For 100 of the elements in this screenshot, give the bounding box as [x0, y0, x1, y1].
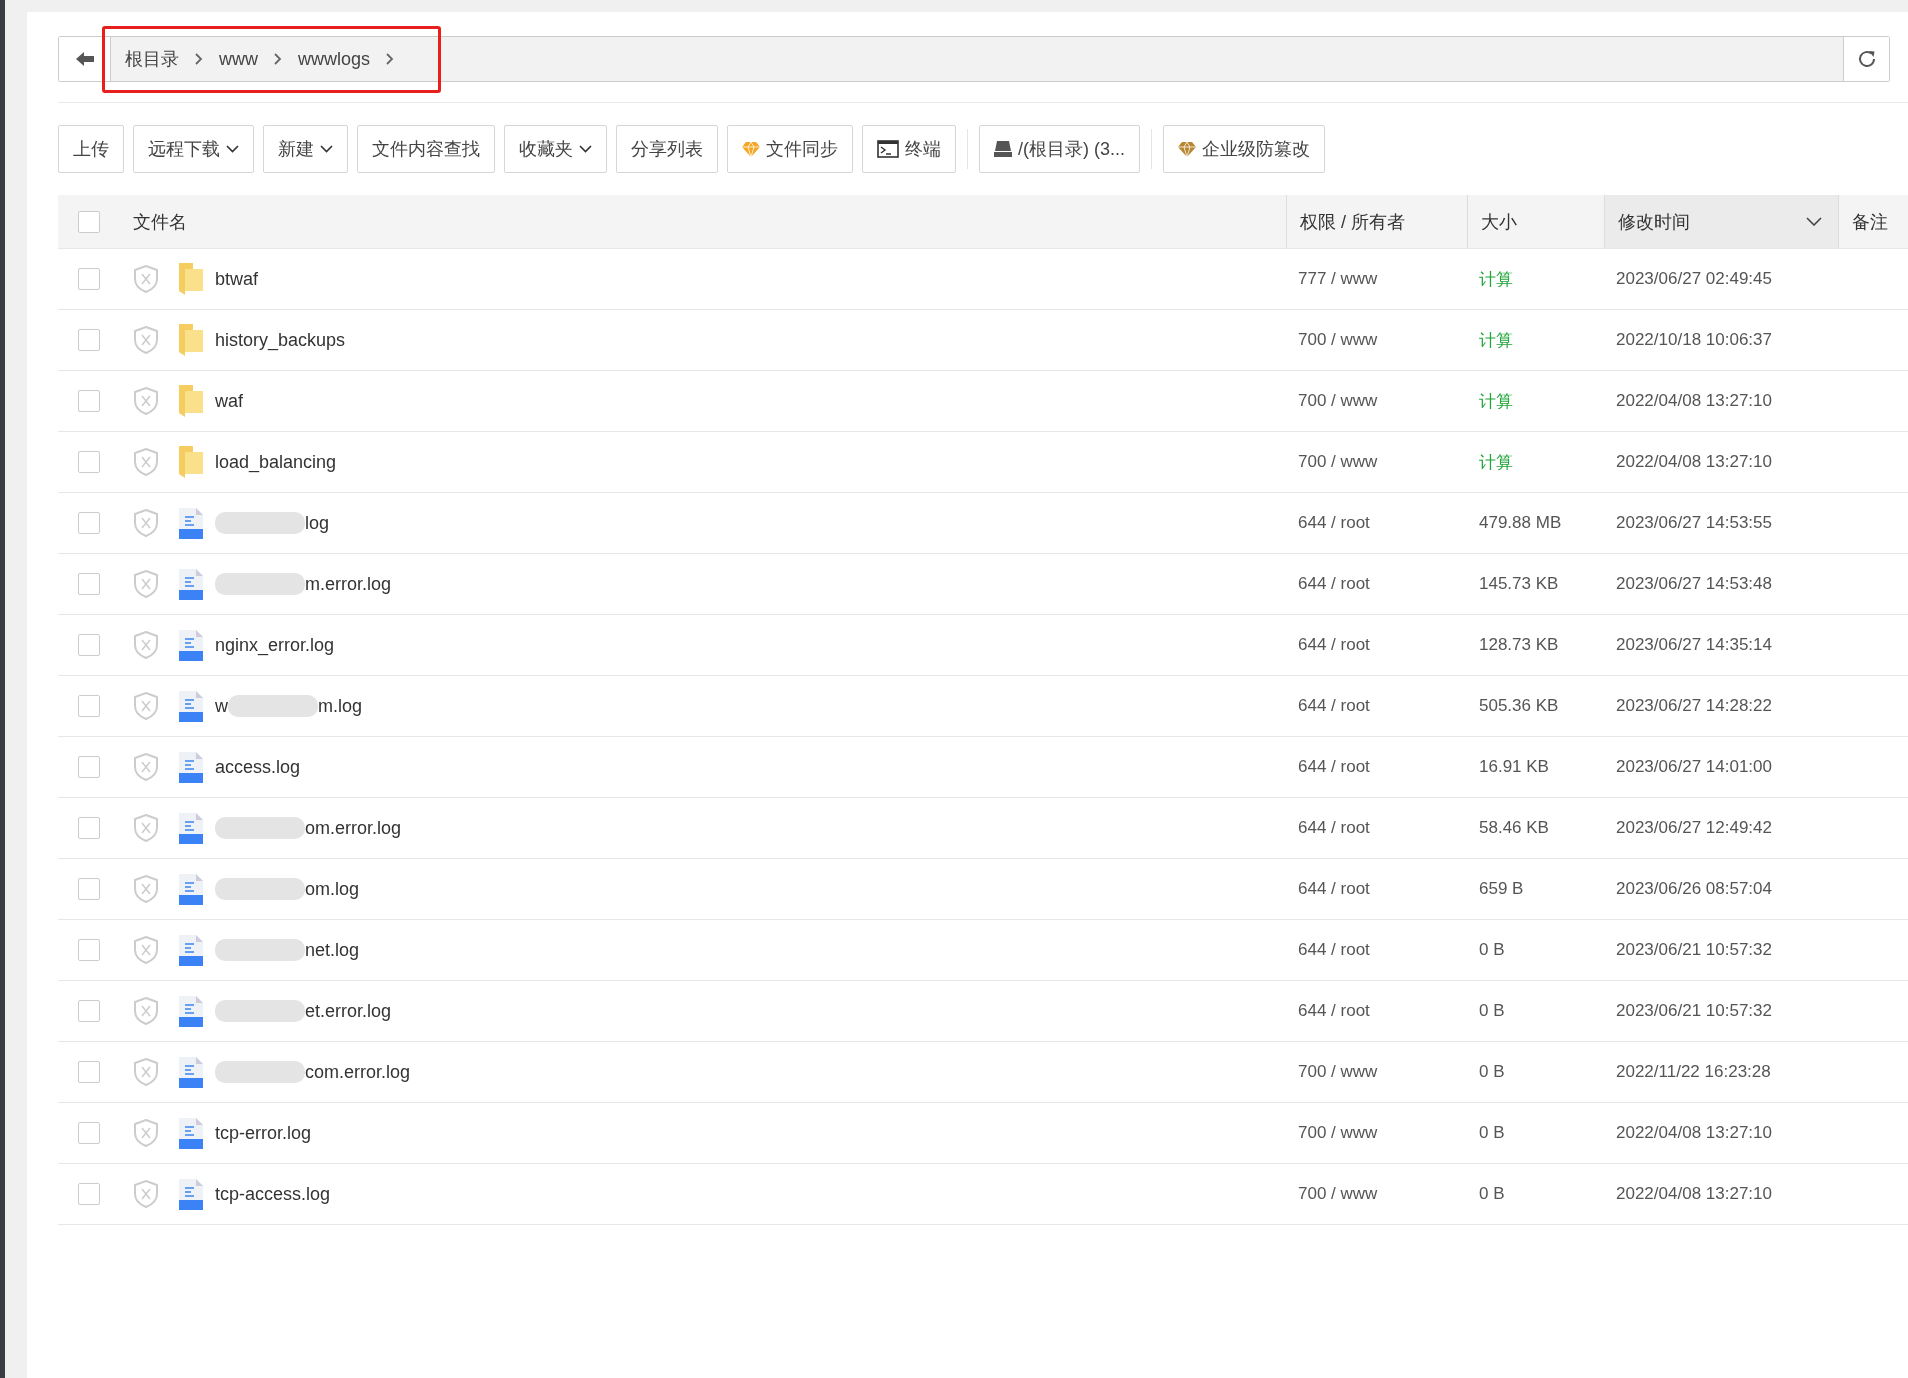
- file-name[interactable]: com.error.log: [305, 1061, 411, 1083]
- row-checkbox[interactable]: [78, 1183, 100, 1205]
- modified-time: 2023/06/27 12:49:42: [1616, 818, 1772, 837]
- toolbar-button[interactable]: 文件同步: [727, 125, 853, 173]
- file-name[interactable]: om.log: [305, 878, 360, 900]
- file-name[interactable]: m.log: [318, 695, 362, 717]
- row-checkbox[interactable]: [78, 1122, 100, 1144]
- toolbar-button[interactable]: 收藏夹: [504, 125, 607, 173]
- file-name[interactable]: w: [215, 695, 228, 717]
- file-name[interactable]: log: [305, 512, 330, 534]
- shield-icon[interactable]: [134, 631, 158, 659]
- file-name[interactable]: waf: [215, 390, 243, 412]
- permissions-text: 700 / www: [1298, 391, 1378, 410]
- caret-icon: [320, 145, 333, 153]
- back-button[interactable]: [59, 37, 111, 81]
- shield-icon[interactable]: [134, 1119, 158, 1147]
- column-header[interactable]: 备注: [1838, 195, 1908, 248]
- log-file-icon: [178, 934, 203, 966]
- permissions-text: 644 / root: [1298, 757, 1370, 776]
- chevron-right-icon: [274, 53, 282, 65]
- toolbar-button[interactable]: 新建: [263, 125, 348, 173]
- shield-icon[interactable]: [134, 326, 158, 354]
- file-name[interactable]: tcp-access.log: [215, 1183, 331, 1205]
- row-checkbox[interactable]: [78, 512, 100, 534]
- modified-time: 2023/06/27 14:53:48: [1616, 574, 1772, 593]
- row-checkbox[interactable]: [78, 939, 100, 961]
- file-size: 0 B: [1479, 1123, 1505, 1142]
- shield-icon[interactable]: [134, 997, 158, 1025]
- file-size: 128.73 KB: [1479, 635, 1559, 654]
- file-name[interactable]: access.log: [215, 756, 301, 778]
- column-header[interactable]: 文件名: [120, 195, 1286, 248]
- folder-icon: [178, 324, 203, 356]
- log-file-icon: [178, 690, 203, 722]
- shield-icon[interactable]: [134, 448, 158, 476]
- permissions-text: 700 / www: [1298, 1184, 1378, 1203]
- file-name[interactable]: et.error.log: [305, 1000, 392, 1022]
- shield-icon[interactable]: [134, 387, 158, 415]
- file-name[interactable]: history_backups: [215, 329, 346, 351]
- gem-icon: [1178, 141, 1196, 157]
- log-file-icon: [178, 1056, 203, 1088]
- shield-icon[interactable]: [134, 265, 158, 293]
- toolbar-button[interactable]: 终端: [862, 125, 956, 173]
- modified-time: 2022/11/22 16:23:28: [1616, 1062, 1771, 1081]
- chevron-right-icon: [386, 53, 395, 65]
- shield-icon[interactable]: [134, 1058, 158, 1086]
- toolbar-button[interactable]: 文件内容查找: [357, 125, 495, 173]
- folder-icon: [178, 385, 203, 417]
- log-file-icon: [178, 812, 203, 844]
- file-name[interactable]: tcp-error.log: [215, 1122, 312, 1144]
- toolbar-button[interactable]: 分享列表: [616, 125, 718, 173]
- row-checkbox[interactable]: [78, 390, 100, 412]
- modified-time: 2022/04/08 13:27:10: [1616, 1123, 1772, 1142]
- shield-icon[interactable]: [134, 814, 158, 842]
- permissions-text: 644 / root: [1298, 574, 1370, 593]
- log-file-icon: [178, 1178, 203, 1210]
- row-checkbox[interactable]: [78, 573, 100, 595]
- row-checkbox[interactable]: [78, 756, 100, 778]
- caret-icon: [226, 145, 239, 153]
- toolbar-button[interactable]: 远程下载: [133, 125, 254, 173]
- modified-time: 2022/04/08 13:27:10: [1616, 391, 1772, 410]
- row-checkbox[interactable]: [78, 878, 100, 900]
- shield-icon[interactable]: [134, 875, 158, 903]
- file-name[interactable]: net.log: [305, 939, 360, 961]
- breadcrumb-link[interactable]: wwwlogs: [298, 48, 371, 70]
- modified-time: 2023/06/27 14:28:22: [1616, 696, 1772, 715]
- log-file-icon: [178, 507, 203, 539]
- toolbar-button[interactable]: /(根目录) (3...: [979, 125, 1140, 173]
- shield-icon[interactable]: [134, 692, 158, 720]
- back-arrow-icon: [75, 52, 94, 66]
- shield-icon[interactable]: [134, 936, 158, 964]
- log-file-icon: [178, 995, 203, 1027]
- row-checkbox[interactable]: [78, 268, 100, 290]
- row-checkbox[interactable]: [78, 817, 100, 839]
- row-checkbox[interactable]: [78, 634, 100, 656]
- file-name[interactable]: load_balancing: [215, 451, 337, 473]
- shield-icon[interactable]: [134, 509, 158, 537]
- row-checkbox[interactable]: [78, 1000, 100, 1022]
- file-name[interactable]: btwaf: [215, 268, 259, 290]
- refresh-button[interactable]: [1843, 37, 1889, 81]
- row-checkbox[interactable]: [78, 451, 100, 473]
- shield-icon[interactable]: [134, 753, 158, 781]
- shield-icon[interactable]: [134, 570, 158, 598]
- row-checkbox[interactable]: [78, 695, 100, 717]
- file-size: 659 B: [1479, 879, 1524, 898]
- file-name[interactable]: om.error.log: [305, 817, 402, 839]
- file-name[interactable]: m.error.log: [305, 573, 392, 595]
- toolbar-button[interactable]: 企业级防篡改: [1163, 125, 1325, 173]
- file-name[interactable]: nginx_error.log: [215, 634, 335, 656]
- breadcrumb-link[interactable]: www: [219, 48, 258, 70]
- permissions-text: 644 / root: [1298, 818, 1370, 837]
- column-header[interactable]: 修改时间: [1604, 195, 1838, 248]
- row-checkbox[interactable]: [78, 329, 100, 351]
- row-checkbox[interactable]: [78, 1061, 100, 1083]
- select-all-checkbox[interactable]: [78, 210, 100, 233]
- breadcrumb-link[interactable]: 根目录: [125, 47, 179, 71]
- file-size: 16.91 KB: [1479, 757, 1549, 776]
- shield-icon[interactable]: [134, 1180, 158, 1208]
- column-header[interactable]: 权限 / 所有者: [1286, 195, 1467, 248]
- toolbar-button[interactable]: 上传: [58, 125, 124, 173]
- file-size: 0 B: [1479, 1062, 1505, 1081]
